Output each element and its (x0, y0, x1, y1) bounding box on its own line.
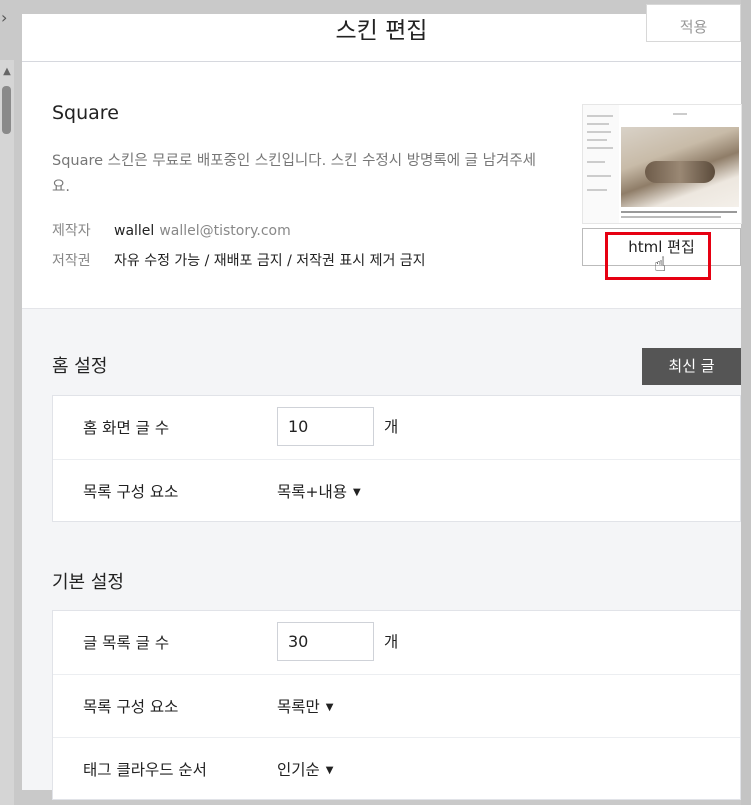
preview-cat-shape (645, 161, 715, 183)
tag-cloud-order-row: 태그 클라우드 순서 인기순 ▼ (53, 737, 740, 801)
home-list-component-label: 목록 구성 요소 (83, 483, 179, 501)
list-component-row: 목록 구성 요소 목록만 ▼ (53, 674, 740, 738)
license-value: 자유 수정 가능 / 재배포 금지 / 저작권 표시 제거 금지 (114, 253, 426, 269)
skin-edit-panel: 스킨 편집 적용 Square Square 스킨은 무료로 배포중인 스킨입니… (22, 4, 742, 800)
skin-author-row: 제작자 wallel wallel@tistory.com (52, 220, 291, 240)
author-key: 제작자 (52, 223, 91, 239)
scrollbar-track[interactable] (0, 60, 14, 805)
home-list-component-value: 목록+내용 (277, 483, 348, 501)
hand-cursor-icon: ☝ (654, 252, 667, 276)
caret-down-icon: ▼ (325, 702, 334, 713)
skin-info-section: Square Square 스킨은 무료로 배포중인 스킨입니다. 스킨 수정시… (22, 62, 742, 309)
home-settings-box: 홈 화면 글 수 10 개 목록 구성 요소 목록+내용 ▼ (52, 395, 741, 522)
list-post-count-label: 글 목록 글 수 (83, 634, 170, 652)
skin-description: Square 스킨은 무료로 배포중인 스킨입니다. 스킨 수정시 방명록에 글… (52, 153, 536, 195)
page-title: 스킨 편집 (335, 18, 428, 44)
scrollbar-thumb[interactable] (2, 86, 11, 134)
caret-down-icon: ▼ (325, 765, 334, 776)
tag-cloud-order-value: 인기순 (277, 761, 320, 779)
right-backdrop (741, 0, 751, 805)
home-post-count-input[interactable]: 10 (277, 407, 374, 446)
skin-name: Square (52, 102, 119, 124)
list-post-count-row: 글 목록 글 수 30 개 (53, 611, 740, 674)
home-post-count-label: 홈 화면 글 수 (83, 419, 170, 437)
home-list-component-row: 목록 구성 요소 목록+내용 ▼ (53, 459, 740, 523)
list-component-label: 목록 구성 요소 (83, 698, 179, 716)
skin-preview-thumbnail (582, 104, 742, 224)
skin-license-row: 저작권 자유 수정 가능 / 재배포 금지 / 저작권 표시 제거 금지 (52, 250, 426, 270)
author-email: wallel@tistory.com (159, 223, 291, 239)
caret-down-icon: ▼ (353, 487, 361, 498)
list-component-select[interactable]: 목록만 ▼ (277, 695, 333, 717)
list-post-count-unit: 개 (384, 633, 399, 651)
basic-settings-box: 글 목록 글 수 30 개 목록 구성 요소 목록만 ▼ 태그 클라우드 순서 인… (52, 610, 741, 800)
home-post-count-row: 홈 화면 글 수 10 개 (53, 396, 740, 459)
chevron-right-icon[interactable]: › (1, 10, 7, 26)
scroll-up-arrow-icon[interactable]: ▲ (0, 66, 14, 80)
recent-posts-button[interactable]: 최신 글 (642, 348, 741, 385)
basic-settings-title: 기본 설정 (52, 572, 124, 593)
panel-header: 스킨 편집 적용 (22, 4, 741, 62)
author-name: wallel (114, 223, 155, 239)
home-list-component-select[interactable]: 목록+내용 ▼ (277, 480, 361, 502)
home-post-count-unit: 개 (384, 418, 399, 436)
home-settings-title: 홈 설정 (52, 356, 108, 377)
left-gutter: › ▲ (0, 0, 20, 805)
apply-button[interactable]: 적용 (646, 4, 741, 42)
list-component-value: 목록만 (277, 698, 320, 716)
license-key: 저작권 (52, 253, 91, 269)
tag-cloud-order-label: 태그 클라우드 순서 (83, 761, 207, 779)
tag-cloud-order-select[interactable]: 인기순 ▼ (277, 758, 333, 780)
list-post-count-input[interactable]: 30 (277, 622, 374, 661)
